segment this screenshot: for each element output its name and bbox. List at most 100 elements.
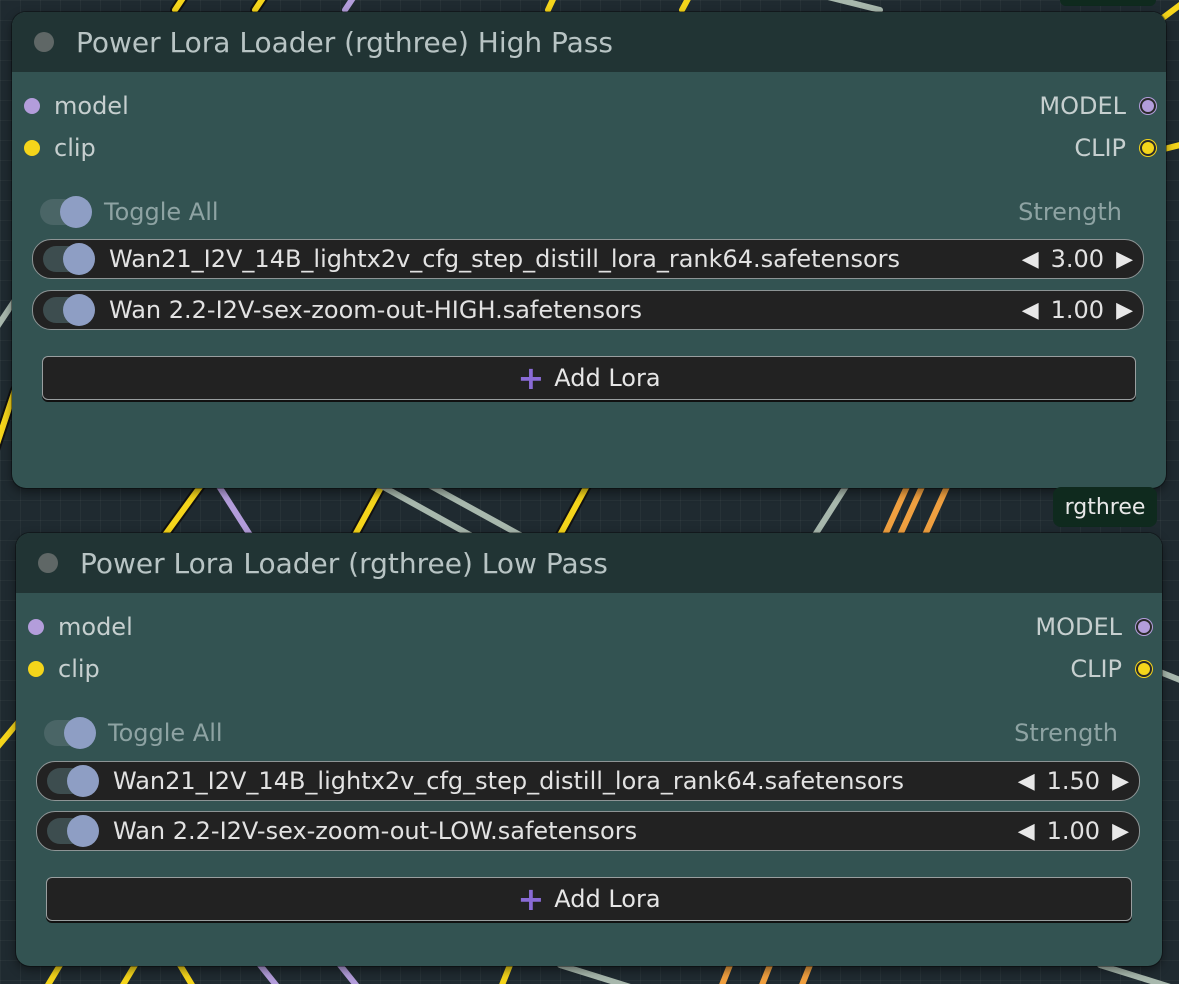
toggle-all-row: Toggle All Strength: [44, 717, 1118, 749]
output-label: MODEL: [1039, 92, 1126, 120]
strength-value[interactable]: 3.00: [1051, 245, 1104, 273]
lora-enable-toggle[interactable]: [43, 294, 95, 326]
wire: [337, 962, 360, 984]
wire: [812, 477, 853, 538]
input-label: clip: [54, 134, 96, 162]
input-slot-clip[interactable]: clip: [28, 655, 100, 683]
toggle-knob: [67, 765, 99, 797]
wire: [499, 962, 513, 984]
model-input-pin-icon[interactable]: [28, 619, 44, 635]
toggle-all-row: Toggle All Strength: [40, 196, 1122, 228]
lora-row[interactable]: Wan 2.2-I2V-sex-zoom-out-LOW.safetensors…: [36, 811, 1140, 851]
output-slot-clip[interactable]: CLIP: [1074, 134, 1156, 162]
wire: [212, 477, 253, 538]
input-slot-model[interactable]: model: [28, 613, 133, 641]
add-lora-button[interactable]: + Add Lora: [46, 877, 1132, 921]
input-label: model: [54, 92, 129, 120]
wire: [679, 0, 691, 13]
plus-icon: +: [517, 880, 545, 918]
wire: [417, 477, 523, 538]
wire: [1097, 962, 1171, 984]
output-slot-model[interactable]: MODEL: [1039, 92, 1156, 120]
wire: [922, 477, 953, 538]
clip-output-pin-icon[interactable]: [1136, 661, 1152, 677]
strength-header: Strength: [1018, 198, 1122, 226]
strength-value[interactable]: 1.00: [1051, 296, 1104, 324]
power-lora-loader-high-node[interactable]: Power Lora Loader (rgthree) High Pass mo…: [12, 12, 1166, 488]
model-input-pin-icon[interactable]: [24, 98, 40, 114]
wire: [557, 477, 593, 538]
lora-row[interactable]: Wan21_I2V_14B_lightx2v_cfg_step_distill_…: [36, 761, 1140, 801]
model-output-pin-icon[interactable]: [1136, 619, 1152, 635]
clip-input-pin-icon[interactable]: [24, 140, 40, 156]
power-lora-loader-low-node[interactable]: Power Lora Loader (rgthree) Low Pass mod…: [16, 533, 1162, 966]
decrease-arrow-icon[interactable]: ◀: [1018, 819, 1035, 844]
increase-arrow-icon[interactable]: ▶: [1116, 298, 1133, 323]
decrease-arrow-icon[interactable]: ◀: [1022, 298, 1039, 323]
toggle-knob: [67, 815, 99, 847]
plus-icon: +: [517, 359, 545, 397]
lora-name[interactable]: Wan 2.2-I2V-sex-zoom-out-HIGH.safetensor…: [109, 296, 1022, 324]
node-title: Power Lora Loader (rgthree) High Pass: [76, 25, 614, 59]
node-title-bar[interactable]: Power Lora Loader (rgthree) High Pass: [12, 12, 1166, 72]
toggle-all-label: Toggle All: [108, 719, 223, 747]
toggle-all-switch[interactable]: [44, 717, 96, 749]
wire: [1157, 669, 1179, 683]
toggle-knob: [60, 196, 92, 228]
collapse-dot-icon[interactable]: [38, 553, 58, 573]
toggle-knob: [63, 243, 95, 275]
input-slot-clip[interactable]: clip: [24, 134, 96, 162]
decrease-arrow-icon[interactable]: ◀: [1018, 769, 1035, 794]
decrease-arrow-icon[interactable]: ◀: [1022, 247, 1039, 272]
strength-header: Strength: [1014, 719, 1118, 747]
wire: [719, 962, 733, 984]
output-label: MODEL: [1035, 613, 1122, 641]
lora-row[interactable]: Wan 2.2-I2V-sex-zoom-out-HIGH.safetensor…: [32, 290, 1144, 330]
add-lora-button[interactable]: + Add Lora: [42, 356, 1136, 400]
node-title-bar[interactable]: Power Lora Loader (rgthree) Low Pass: [16, 533, 1162, 593]
wire: [257, 962, 280, 984]
output-slot-model[interactable]: MODEL: [1035, 613, 1152, 641]
wire: [827, 0, 883, 13]
lora-name[interactable]: Wan21_I2V_14B_lightx2v_cfg_step_distill_…: [113, 767, 1018, 795]
clip-output-pin-icon[interactable]: [1140, 140, 1156, 156]
node-title: Power Lora Loader (rgthree) Low Pass: [80, 546, 608, 580]
toggle-knob: [64, 717, 96, 749]
toggle-all-switch[interactable]: [40, 196, 92, 228]
output-slot-clip[interactable]: CLIP: [1070, 655, 1152, 683]
strength-control: ◀ 1.00 ▶: [1018, 817, 1129, 845]
wire: [120, 962, 138, 984]
increase-arrow-icon[interactable]: ▶: [1116, 247, 1133, 272]
strength-value[interactable]: 1.50: [1047, 767, 1100, 795]
wire: [162, 477, 208, 538]
wire: [377, 482, 473, 538]
clip-input-pin-icon[interactable]: [28, 661, 44, 677]
increase-arrow-icon[interactable]: ▶: [1112, 819, 1129, 844]
output-label: CLIP: [1070, 655, 1122, 683]
rgthree-badge: rgthree: [1053, 487, 1157, 527]
wire: [545, 0, 556, 13]
toggle-knob: [63, 294, 95, 326]
badge-fragment: [1060, 0, 1156, 6]
wire: [177, 962, 195, 984]
strength-value[interactable]: 1.00: [1047, 817, 1100, 845]
input-label: clip: [58, 655, 100, 683]
strength-control: ◀ 1.00 ▶: [1022, 296, 1133, 324]
model-output-pin-icon[interactable]: [1140, 98, 1156, 114]
lora-enable-toggle[interactable]: [43, 243, 95, 275]
wire: [759, 962, 773, 984]
lora-enable-toggle[interactable]: [47, 765, 99, 797]
input-slot-model[interactable]: model: [24, 92, 129, 120]
output-label: CLIP: [1074, 134, 1126, 162]
lora-name[interactable]: Wan21_I2V_14B_lightx2v_cfg_step_distill_…: [109, 245, 1022, 273]
wire: [799, 962, 813, 984]
lora-row[interactable]: Wan21_I2V_14B_lightx2v_cfg_step_distill_…: [32, 239, 1144, 279]
strength-control: ◀ 3.00 ▶: [1022, 245, 1133, 273]
lora-name[interactable]: Wan 2.2-I2V-sex-zoom-out-LOW.safetensors: [113, 817, 1018, 845]
increase-arrow-icon[interactable]: ▶: [1112, 769, 1129, 794]
lora-enable-toggle[interactable]: [47, 815, 99, 847]
collapse-dot-icon[interactable]: [34, 32, 54, 52]
wire: [557, 962, 631, 984]
strength-control: ◀ 1.50 ▶: [1018, 767, 1129, 795]
add-lora-label: Add Lora: [554, 885, 661, 913]
